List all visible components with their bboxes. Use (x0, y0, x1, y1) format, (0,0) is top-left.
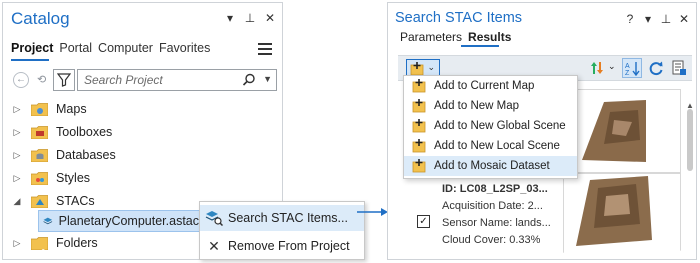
help-icon[interactable]: ? (624, 12, 636, 26)
tree-item-databases[interactable]: ▷ Databases (11, 145, 281, 165)
tree-item-toolboxes[interactable]: ▷ Toolboxes (11, 122, 281, 142)
pin-icon[interactable]: ⊥ (244, 11, 256, 25)
stac-pane-title: Search STAC Items (395, 10, 523, 26)
stac-connection-icon (43, 217, 53, 225)
search-stac-items-menu-item[interactable]: Search STAC Items... (200, 205, 364, 231)
result-sensor-name: Sensor Name: lands... (442, 217, 551, 229)
expand-arrow-icon[interactable]: ▷ (11, 104, 23, 115)
add-to-new-global-scene-item[interactable]: Add to New Global Scene (404, 116, 577, 136)
menu-icon[interactable] (258, 43, 272, 58)
tree-item-styles[interactable]: ▷ Styles (11, 168, 281, 188)
chevron-down-icon[interactable]: ⌄ (608, 61, 616, 72)
tab-portal[interactable]: Portal (59, 41, 92, 55)
back-icon[interactable]: ← (13, 72, 29, 88)
add-to-mosaic-dataset-item[interactable]: Add to Mosaic Dataset (404, 156, 577, 176)
collapse-arrow-icon[interactable]: ◢ (11, 196, 23, 207)
scene-thumbnail (576, 176, 652, 246)
scrollbar-thumb[interactable] (687, 109, 693, 171)
expand-arrow-icon[interactable]: ▷ (11, 127, 23, 138)
chevron-down-icon: ⌄ (427, 62, 435, 72)
databases-folder-icon (31, 148, 48, 162)
maps-folder-icon (31, 102, 48, 116)
catalog-title: Catalog (11, 9, 70, 28)
sort-ascending-button[interactable]: AZ (622, 58, 642, 78)
result-card[interactable] (563, 89, 681, 173)
stacs-folder-icon (31, 194, 48, 208)
search-box: ▼ (77, 69, 277, 91)
refresh-icon[interactable] (648, 60, 664, 76)
options-dropdown-icon[interactable]: ▾ (224, 11, 236, 25)
results-scrollbar[interactable]: ▲ (686, 101, 694, 259)
tab-computer[interactable]: Computer (98, 41, 153, 55)
close-icon[interactable]: ✕ (264, 11, 276, 25)
result-metadata: ID: LC08_L2SP_03... Acquisition Date: 2.… (442, 181, 562, 249)
close-icon: ✕ (208, 237, 220, 254)
result-acquisition-date: Acquisition Date: 2... (442, 200, 543, 212)
add-layer-icon (404, 99, 434, 113)
expand-arrow-icon[interactable]: ▷ (11, 150, 23, 161)
remove-from-project-menu-item[interactable]: ✕ Remove From Project (200, 233, 364, 259)
add-layer-icon (404, 159, 434, 173)
pin-icon[interactable]: ⊥ (660, 12, 672, 26)
add-layer-icon (404, 119, 434, 133)
result-checkbox[interactable]: ✓ (417, 215, 430, 228)
search-icon[interactable] (242, 73, 256, 90)
scene-thumbnail (582, 100, 646, 162)
active-tab-underline (461, 45, 499, 47)
add-to-new-map-item[interactable]: Add to New Map (404, 96, 577, 116)
torn-edge (388, 248, 696, 259)
tab-results[interactable]: Results (468, 30, 511, 44)
sort-az-icon: AZ (625, 62, 640, 76)
expand-arrow-icon[interactable]: ▷ (11, 173, 23, 184)
tab-project[interactable]: Project (11, 41, 53, 55)
filter-icon[interactable] (53, 69, 75, 91)
add-layer-icon (404, 79, 434, 93)
chevron-down-icon[interactable]: ▼ (263, 74, 272, 84)
arrow-icon (357, 208, 388, 216)
catalog-tabs: Project Portal Computer Favorites (11, 41, 210, 55)
styles-folder-icon (31, 171, 48, 185)
stac-tabs: Parameters Results (400, 30, 511, 44)
toolboxes-folder-icon (31, 125, 48, 139)
result-id: ID: LC08_L2SP_03... (442, 183, 548, 195)
add-to-new-local-scene-item[interactable]: Add to New Local Scene (404, 136, 577, 156)
active-tab-underline (11, 59, 49, 61)
tab-favorites[interactable]: Favorites (159, 41, 210, 55)
search-stac-icon (200, 210, 228, 226)
close-icon[interactable]: ✕ (678, 12, 690, 26)
tab-parameters[interactable]: Parameters (400, 30, 462, 44)
svg-text:A: A (625, 63, 630, 70)
add-results-menu: Add to Current Map Add to New Map Add to… (403, 75, 578, 179)
catalog-window-controls: ▾ ⊥ ✕ (224, 11, 276, 25)
export-icon[interactable] (672, 60, 687, 76)
sort-icon[interactable] (590, 61, 604, 75)
tree-item-planetary-computer[interactable]: PlanetaryComputer.astac (38, 210, 200, 232)
add-layer-icon (410, 62, 424, 76)
search-input[interactable] (78, 70, 228, 90)
options-dropdown-icon[interactable]: ▾ (642, 12, 654, 26)
catalog-toolbar: ← ⟲ ▼ (11, 69, 279, 91)
context-menu: Search STAC Items... ✕ Remove From Proje… (199, 201, 365, 260)
add-layer-icon (404, 139, 434, 153)
svg-text:Z: Z (625, 70, 630, 76)
tree-item-maps[interactable]: ▷ Maps (11, 99, 281, 119)
add-to-current-map-item[interactable]: Add to Current Map (404, 76, 577, 96)
stac-window-controls: ? ▾ ⊥ ✕ (624, 12, 690, 26)
refresh-icon[interactable]: ⟲ (37, 73, 46, 86)
